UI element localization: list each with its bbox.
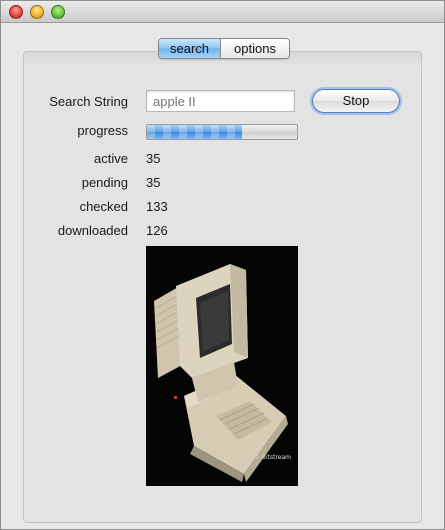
stop-button[interactable]: Stop <box>312 89 400 113</box>
close-window-icon[interactable] <box>9 5 23 19</box>
result-image: © Bitstream <box>146 246 298 486</box>
app-window: search options Search String Stop progre… <box>0 0 445 530</box>
active-label: active <box>94 151 128 166</box>
checked-value: 133 <box>146 199 168 214</box>
active-value: 35 <box>146 151 161 166</box>
checked-label: checked <box>79 199 128 214</box>
tab-bar: search options <box>158 38 290 59</box>
downloaded-value: 126 <box>146 223 168 238</box>
pending-value: 35 <box>146 175 161 190</box>
title-bar[interactable] <box>1 1 444 23</box>
tab-search[interactable]: search <box>159 39 220 58</box>
image-watermark: © Bitstream <box>253 454 291 461</box>
pending-label: pending <box>81 175 128 190</box>
tab-options[interactable]: options <box>220 39 289 58</box>
progress-label: progress <box>77 123 128 138</box>
zoom-window-icon[interactable] <box>51 5 65 19</box>
apple-ii-computer-image <box>146 246 298 486</box>
search-string-label: Search String <box>49 94 128 109</box>
search-input[interactable] <box>146 90 295 112</box>
minimize-window-icon[interactable] <box>30 5 44 19</box>
downloaded-label: downloaded <box>57 223 128 238</box>
window-content: search options Search String Stop progre… <box>1 24 444 529</box>
progress-bar-fill <box>147 125 242 139</box>
progress-bar <box>146 124 298 140</box>
